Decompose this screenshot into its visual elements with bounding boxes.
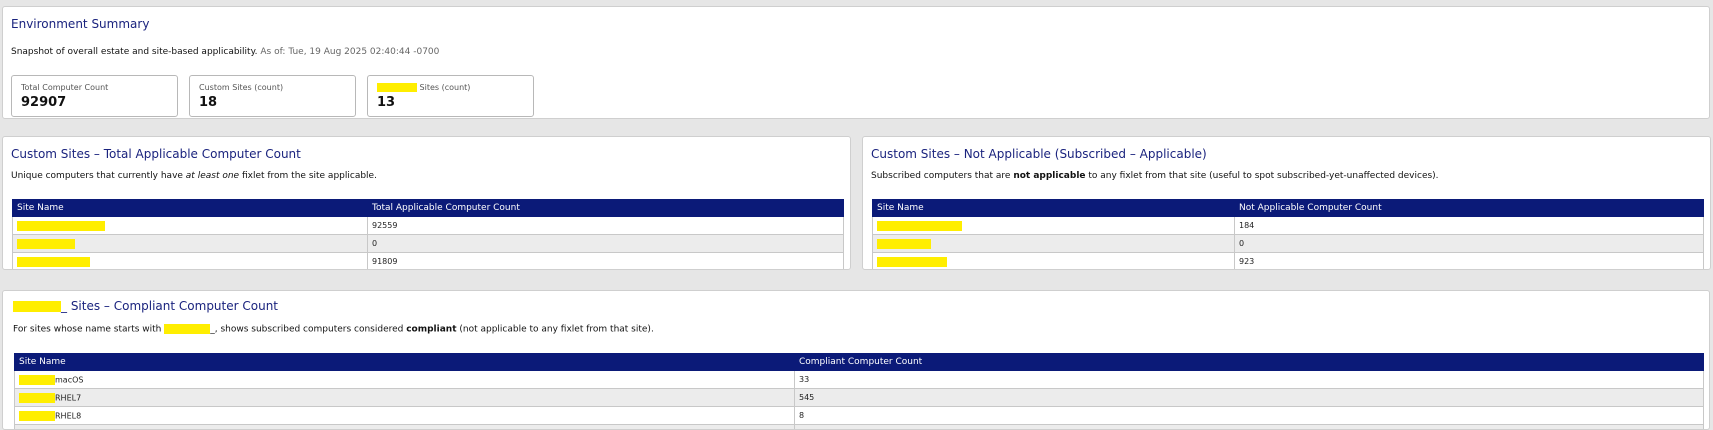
as-of-timestamp: As of: Tue, 19 Aug 2025 02:40:44 -0700 (260, 47, 440, 57)
panel-description: For sites whose name starts with _, show… (13, 324, 654, 335)
count-cell: 92559 (367, 216, 844, 235)
count-cell: 184 (1234, 216, 1704, 235)
applicable-table: Site Name Total Applicable Computer Coun… (12, 199, 844, 269)
desc-text: Subscribed computers that are (871, 171, 1014, 181)
card-value: 92907 (21, 95, 67, 110)
site-name-cell: macOS (14, 370, 795, 389)
table-row[interactable]: RHEL8 8 (14, 406, 1704, 425)
desc-text: Unique computers that currently have (11, 171, 186, 181)
table-header-row: Site Name Compliant Computer Count (14, 353, 1704, 371)
not-applicable-table: Site Name Not Applicable Computer Count … (872, 199, 1704, 269)
custom-sites-not-applicable-panel: Custom Sites – Not Applicable (Subscribe… (862, 136, 1711, 270)
count-cell: 0 (367, 234, 844, 253)
redaction-mark (13, 301, 61, 312)
panel-title: _ Sites – Compliant Computer Count (13, 299, 278, 313)
panel-title: Custom Sites – Total Applicable Computer… (11, 147, 301, 161)
count-cell: 8 (794, 406, 1704, 425)
table-row[interactable]: 0 (12, 234, 844, 253)
redaction-mark (877, 238, 931, 249)
custom-sites-count-card: Custom Sites (count) 18 (189, 75, 356, 117)
count-cell: 0 (1234, 234, 1704, 253)
redaction-mark (877, 256, 947, 267)
redaction-mark (19, 374, 55, 385)
site-name-cell (872, 216, 1235, 235)
column-header-site-name[interactable]: Site Name (12, 199, 368, 217)
redaction-mark (164, 324, 211, 334)
column-header-count[interactable]: Compliant Computer Count (794, 353, 1704, 371)
summary-desc-text: Snapshot of overall estate and site-base… (11, 47, 258, 57)
desc-emphasis: at least one (185, 171, 240, 181)
redaction-mark (377, 83, 417, 92)
table-header-row: Site Name Total Applicable Computer Coun… (12, 199, 844, 217)
environment-summary-panel: Environment Summary Snapshot of overall … (2, 6, 1710, 119)
column-header-count[interactable]: Total Applicable Computer Count (367, 199, 844, 217)
card-value: 18 (199, 95, 218, 110)
site-name-suffix: RHEL7 (55, 393, 82, 402)
compliant-sites-panel: _ Sites – Compliant Computer Count For s… (2, 290, 1710, 430)
table-row[interactable]: 91809 (12, 252, 844, 269)
site-name-cell (12, 252, 368, 269)
redaction-mark (17, 238, 75, 249)
count-cell: 33 (794, 370, 1704, 389)
column-header-site-name[interactable]: Site Name (872, 199, 1235, 217)
table-header-row: Site Name Not Applicable Computer Count (872, 199, 1704, 217)
card-label: Sites (count) (377, 83, 470, 92)
summary-description: Snapshot of overall estate and site-base… (11, 47, 439, 57)
card-label: Custom Sites (count) (199, 83, 284, 92)
panel-title-text: _ Sites – Compliant Computer Count (61, 299, 279, 313)
count-cell: 91809 (367, 252, 844, 269)
site-name-suffix: RHEL8 (55, 411, 82, 420)
site-name-cell: RHEL8 (14, 406, 795, 425)
desc-text: fixlet from the site applicable. (239, 171, 377, 181)
site-name-suffix: macOS (55, 375, 84, 384)
site-name-cell (872, 252, 1235, 269)
table-row[interactable]: macOS 33 (14, 370, 1704, 389)
redaction-mark (19, 392, 55, 403)
count-cell: 923 (1234, 252, 1704, 269)
column-header-count[interactable]: Not Applicable Computer Count (1234, 199, 1704, 217)
desc-text: _, shows subscribed computers considered (210, 324, 407, 335)
custom-sites-applicable-panel: Custom Sites – Total Applicable Computer… (2, 136, 851, 270)
desc-text: For sites whose name starts with (13, 324, 165, 335)
table-row[interactable]: RHEL7 545 (14, 388, 1704, 407)
count-cell: 545 (794, 388, 1704, 407)
card-value: 13 (377, 95, 396, 110)
table-row[interactable]: 184 (872, 216, 1704, 235)
redaction-mark (17, 220, 105, 231)
site-name-cell: RHEL7 (14, 388, 795, 407)
sites-count-card: Sites (count) 13 (367, 75, 534, 117)
redaction-mark (19, 410, 55, 421)
total-computer-count-card: Total Computer Count 92907 (11, 75, 178, 117)
panel-description: Subscribed computers that are not applic… (871, 171, 1439, 181)
panel-description: Unique computers that currently have at … (11, 171, 377, 181)
panel-title: Custom Sites – Not Applicable (Subscribe… (871, 147, 1207, 161)
count-cell (794, 424, 1704, 429)
redaction-mark (877, 220, 962, 231)
site-name-cell (14, 424, 795, 429)
compliant-table: Site Name Compliant Computer Count macOS… (14, 353, 1704, 429)
desc-strong: not applicable (1013, 171, 1086, 181)
table-row[interactable]: 92559 (12, 216, 844, 235)
table-row[interactable]: 0 (872, 234, 1704, 253)
redaction-mark (17, 256, 90, 267)
table-row[interactable] (14, 424, 1704, 429)
site-name-cell (872, 234, 1235, 253)
card-label: Total Computer Count (21, 83, 109, 92)
card-label-text: Sites (count) (419, 83, 471, 92)
site-name-cell (12, 234, 368, 253)
site-name-cell (12, 216, 368, 235)
table-row[interactable]: 923 (872, 252, 1704, 269)
column-header-site-name[interactable]: Site Name (14, 353, 795, 371)
desc-strong: compliant (406, 324, 457, 335)
summary-title: Environment Summary (11, 17, 150, 31)
desc-text: to any fixlet from that site (useful to … (1085, 171, 1439, 181)
desc-text: (not applicable to any fixlet from that … (456, 324, 654, 335)
